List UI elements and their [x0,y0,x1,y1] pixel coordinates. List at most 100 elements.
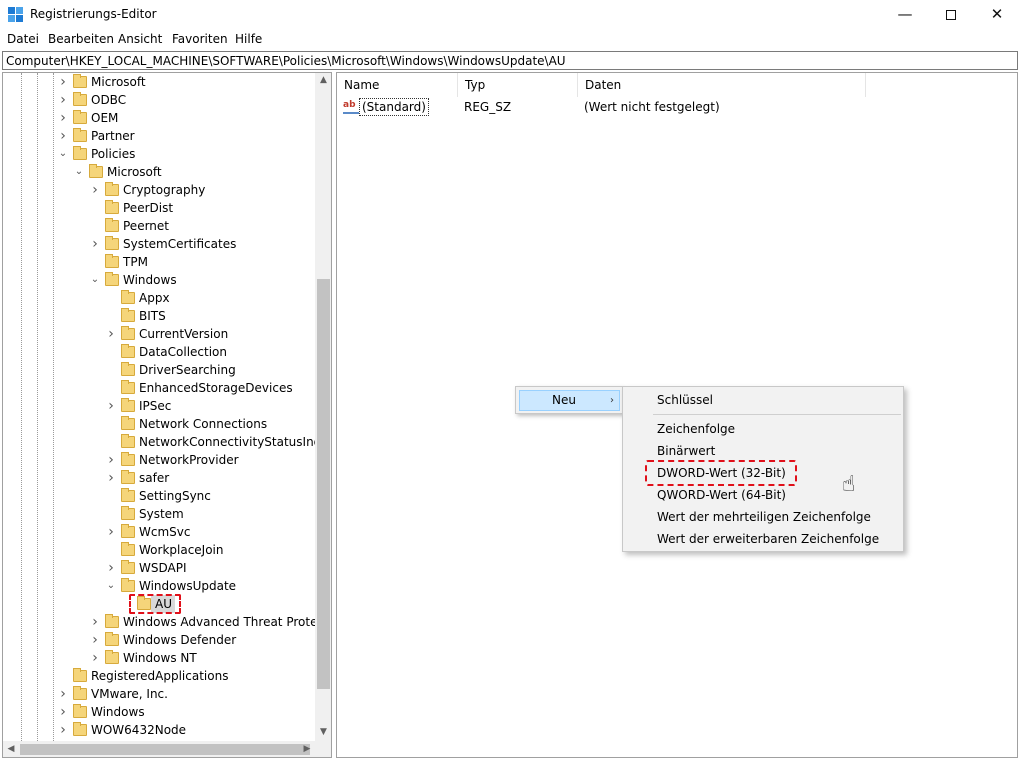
tree-item[interactable]: SettingSync [3,487,315,505]
maximize-button[interactable] [928,0,974,30]
tree-item[interactable]: › Windows Advanced Threat Protectio [3,613,331,631]
tree-item[interactable]: › Windows Defender [3,631,315,649]
close-button[interactable]: ✕ [974,0,1020,30]
tree-hscroll-thumb[interactable] [20,744,310,755]
tree-item[interactable]: › SystemCertificates [3,235,315,253]
submenu-mehrteilige-zeichenfolge[interactable]: Wert der mehrteiligen Zeichenfolge [657,507,871,527]
tree-item[interactable]: › WcmSvc [3,523,315,541]
tree-item[interactable]: BITS [3,307,315,325]
scroll-left-icon[interactable]: ◀ [3,741,19,757]
tree-item[interactable]: › Windows [3,703,315,721]
chevron-right-icon[interactable]: › [57,127,69,145]
submenu-erweiterbare-zeichenfolge[interactable]: Wert der erweiterbaren Zeichenfolge [657,529,879,549]
chevron-down-icon[interactable]: ⌄ [57,145,69,163]
chevron-right-icon[interactable]: › [57,73,69,91]
chevron-right-icon[interactable]: › [57,685,69,703]
tree-item[interactable]: PeerDist [3,199,315,217]
chevron-down-icon[interactable]: ⌄ [73,163,85,181]
chevron-right-icon[interactable]: › [105,469,117,487]
tree-item[interactable]: Network Connections [3,415,315,433]
chevron-right-icon[interactable]: › [57,109,69,127]
tree-item[interactable]: › ODBC [3,91,315,109]
tree-item-label: Windows [123,273,177,287]
submenu-qword-wert[interactable]: QWORD-Wert (64-Bit) [657,485,786,505]
folder-icon [73,128,87,142]
menu-ansicht[interactable]: Ansicht [118,32,162,46]
tree-item[interactable]: RegisteredApplications [3,667,315,685]
chevron-right-icon[interactable]: › [57,703,69,721]
column-header-name[interactable]: Name [337,73,458,97]
menu-hilfe[interactable]: Hilfe [235,32,262,46]
chevron-right-icon[interactable]: › [89,235,101,253]
chevron-right-icon[interactable]: › [105,523,117,541]
tree-item[interactable]: Appx [3,289,315,307]
tree-item[interactable]: › Partner [3,127,315,145]
tree-item[interactable]: WorkplaceJoin [3,541,315,559]
tree-item[interactable]: › WOW6432Node [3,721,315,739]
tree-item[interactable]: System [3,505,315,523]
tree-item[interactable]: › IPSec [3,397,315,415]
tree-item[interactable]: DriverSearching [3,361,315,379]
tree-item-label: WSDAPI [139,561,187,575]
tree-item[interactable]: › NetworkProvider [3,451,315,469]
submenu-zeichenfolge[interactable]: Zeichenfolge [657,419,735,439]
tree-item[interactable]: TPM [3,253,315,271]
scroll-right-icon[interactable]: ▶ [299,741,315,757]
address-bar[interactable]: Computer\HKEY_LOCAL_MACHINE\SOFTWARE\Pol… [2,51,1018,70]
tree-item[interactable]: ⌄ Windows [3,271,315,289]
folder-icon [121,362,135,376]
tree-item[interactable]: › WSDAPI [3,559,315,577]
tree-item[interactable]: › Microsoft [3,73,315,91]
chevron-right-icon[interactable]: › [89,649,101,667]
column-header-daten[interactable]: Daten [578,73,866,97]
value-name-standard[interactable]: (Standard) [359,98,429,116]
chevron-right-icon[interactable]: › [57,91,69,109]
chevron-right-icon[interactable]: › [105,559,117,577]
tree-item[interactable]: DataCollection [3,343,315,361]
tree-item-label: SettingSync [139,489,211,503]
context-menu-neu[interactable]: Neu › [519,390,620,411]
chevron-right-icon[interactable]: › [57,721,69,739]
tree-item-label: AU [155,597,172,611]
menu-datei[interactable]: Datei [7,32,39,46]
chevron-right-icon[interactable]: › [105,451,117,469]
tree-item[interactable]: Peernet [3,217,315,235]
folder-icon [105,254,119,268]
tree-item-label: Windows [91,705,145,719]
chevron-right-icon[interactable]: › [89,181,101,199]
tree-item-label: EnhancedStorageDevices [139,381,293,395]
tree-vertical-scrollbar[interactable]: ▲ ▼ [315,73,331,741]
chevron-down-icon[interactable]: ⌄ [105,577,117,595]
submenu-schluessel[interactable]: Schlüssel [657,390,713,410]
key-tree-pane[interactable]: › Microsoft › ODBC › OEM › Partner ⌄ Policies ⌄ Mic… [2,72,332,758]
tree-item[interactable]: › CurrentVersion [3,325,315,343]
chevron-right-icon[interactable]: › [105,325,117,343]
menu-bar: Datei Bearbeiten Ansicht Favoriten Hilfe [0,30,1020,50]
tree-item[interactable]: › Windows NT [3,649,315,667]
chevron-right-icon[interactable]: › [89,631,101,649]
tree-item[interactable]: ⌄ WindowsUpdate [3,577,315,595]
chevron-right-icon[interactable]: › [89,613,101,631]
tree-item[interactable]: ⌄ Policies [3,145,315,163]
minimize-button[interactable]: — [882,0,928,30]
tree-item[interactable]: ⌄ Microsoft [3,163,315,181]
chevron-down-icon[interactable]: ⌄ [89,271,101,289]
menu-bearbeiten[interactable]: Bearbeiten [48,32,114,46]
column-header-typ[interactable]: Typ [458,73,578,97]
submenu-binaerwert[interactable]: Binärwert [657,441,715,461]
value-data: (Wert nicht festgelegt) [584,100,720,114]
tree-item[interactable]: › OEM [3,109,315,127]
tree-item[interactable]: › VMware, Inc. [3,685,315,703]
tree-horizontal-scrollbar[interactable]: ◀ ▶ [3,741,331,757]
menu-favoriten[interactable]: Favoriten [172,32,228,46]
tree-scroll-thumb[interactable] [317,279,330,689]
chevron-right-icon[interactable]: › [105,397,117,415]
tree-item[interactable]: › safer [3,469,315,487]
tree-item[interactable]: AU [3,595,315,613]
tree-item[interactable]: › Cryptography [3,181,315,199]
scroll-up-icon[interactable]: ▲ [315,73,331,87]
scroll-down-icon[interactable]: ▼ [315,725,331,739]
tree-item[interactable]: EnhancedStorageDevices [3,379,315,397]
folder-icon [105,632,119,646]
tree-item[interactable]: NetworkConnectivityStatusIndica [3,433,331,451]
